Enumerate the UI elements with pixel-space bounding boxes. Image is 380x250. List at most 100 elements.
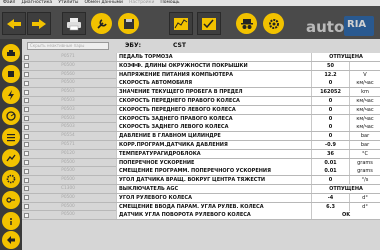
sidebar-button-7[interactable] xyxy=(2,170,20,188)
table-row[interactable]: P0500 ДАТЧИК УГЛА ПОВОРОТА РУЛЕВОГО КОЛЕС… xyxy=(22,211,380,221)
param-value: 0.01 xyxy=(311,158,349,167)
info-icon xyxy=(10,218,12,225)
table-row[interactable]: P0503 СКОРОСТЬ ПЕРЕДНЕГО ЛЕВОГО КОЛЕСА 0 км… xyxy=(22,105,380,115)
row-checkbox[interactable] xyxy=(24,186,29,192)
param-unit: grams xyxy=(349,158,380,167)
graph-button[interactable] xyxy=(169,12,193,35)
table-row[interactable]: P0500 СМЕЩЕНИЕ ПРОГРАММ. ПОПЕРЕЧНОГО УСКО… xyxy=(22,167,380,177)
param-name: СМЕЩЕНИЕ ПРОГРАММ. ПОПЕРЕЧНОГО УСКОРЕНИЯ xyxy=(116,167,311,176)
sidebar-button-1[interactable] xyxy=(2,44,20,62)
tools-button[interactable] xyxy=(91,13,112,34)
back-button[interactable] xyxy=(2,12,26,35)
row-checkbox[interactable] xyxy=(24,160,29,166)
row-checkbox[interactable] xyxy=(24,133,29,139)
hide-inactive-filter[interactable]: Скрыть неактивные пары xyxy=(27,42,109,50)
table-row[interactable]: P0500 УГОЛ РУЛЕВОГО КОЛЕСА -4 d° xyxy=(22,193,380,203)
param-unit: °C xyxy=(349,149,380,158)
table-row[interactable]: C1300 ВЫКЛЮЧАТЕЛЬ AGC ОТПУЩЕНА xyxy=(22,184,380,194)
param-code: P0500 xyxy=(61,203,75,209)
param-code: P0500 xyxy=(61,177,75,183)
table-row[interactable]: P0500 КОЭФФ. ДЛИНЫ ОКРУЖНОСТИ ПОКРЫШКИ 50 xyxy=(22,61,380,71)
param-value: ОТПУЩЕНА xyxy=(311,184,380,193)
param-code: P0503 xyxy=(61,89,75,95)
forward-button[interactable] xyxy=(27,12,51,35)
sidebar-button-10[interactable] xyxy=(2,231,20,249)
table-row[interactable]: P0560 НАПРЯЖЕНИЕ ПИТАНИЯ КОМПЬЮТЕРА 12.2 V xyxy=(22,70,380,80)
table-row[interactable]: P0571 ПЕДАЛЬ ТОРМОЗА ОТПУЩЕНА xyxy=(22,53,380,62)
table-row[interactable]: P0503 СКОРОСТЬ ЗАДНЕГО ЛЕВОГО КОЛЕСА 0 км/ч… xyxy=(22,123,380,133)
param-value: -4 xyxy=(311,193,349,202)
row-checkbox[interactable] xyxy=(24,204,29,210)
table-row[interactable]: P0500 СКОРОСТЬ АВТОМОБИЛЯ 0 км/час xyxy=(22,79,380,89)
row-checkbox[interactable] xyxy=(24,72,29,78)
table-row[interactable]: P0503 СКОРОСТЬ ЗАДНЕГО ПРАВОГО КОЛЕСА 0 км/… xyxy=(22,114,380,124)
param-value: 6.3 xyxy=(311,202,349,211)
param-value: 0 xyxy=(311,105,349,114)
param-unit: bar xyxy=(349,132,380,141)
gauge-icon xyxy=(6,111,16,121)
sidebar-button-6[interactable] xyxy=(2,149,20,167)
table-row[interactable]: P0503 СКОРОСТЬ ПЕРЕДНЕГО ПРАВОГО КОЛЕСА 0 к… xyxy=(22,96,380,106)
param-unit: км/час xyxy=(349,105,380,114)
sidebar-button-3[interactable] xyxy=(2,86,20,104)
table-row[interactable]: P0120 ТЕМПЕРАТУРАГИДРОБЛОКА 36 °C xyxy=(22,149,380,159)
param-value: -0.9 xyxy=(311,140,349,149)
settings-button[interactable] xyxy=(263,13,284,34)
param-code: P0560 xyxy=(61,71,75,77)
sidebar-button-9[interactable] xyxy=(2,212,20,230)
param-name: УГОЛ ДАТЧИКА ВРАЩ. ВОКРУГ ЦЕНТРА ТЯЖЕСТИ xyxy=(116,176,311,185)
row-checkbox[interactable] xyxy=(24,142,29,148)
row-checkbox[interactable] xyxy=(24,89,29,95)
lightning-icon xyxy=(8,90,14,100)
param-value: 0.01 xyxy=(311,167,349,176)
param-code: P0500 xyxy=(61,159,75,165)
sidebar-button-2[interactable] xyxy=(2,65,20,83)
param-value: 0 xyxy=(311,176,349,185)
row-checkbox[interactable] xyxy=(24,195,29,201)
table-row[interactable]: P0500 УГОЛ ДАТЧИКА ВРАЩ. ВОКРУГ ЦЕНТРА ТЯ… xyxy=(22,176,380,185)
engine-icon xyxy=(8,71,14,77)
sidebar-button-5[interactable] xyxy=(2,128,20,146)
watermark-logo: auto RIA xyxy=(306,16,374,38)
row-checkbox[interactable] xyxy=(24,151,29,157)
param-code: P0500 xyxy=(61,62,75,68)
param-name: ПОПЕРЕЧНОЕ УСКОРЕНИЕ xyxy=(116,158,311,167)
check-button[interactable] xyxy=(197,12,221,35)
check-chart-icon xyxy=(202,17,216,30)
sidebar-button-8[interactable] xyxy=(2,191,20,209)
row-checkbox[interactable] xyxy=(24,177,29,183)
row-checkbox[interactable] xyxy=(24,168,29,174)
param-name: УГОЛ РУЛЕВОГО КОЛЕСА xyxy=(116,193,311,202)
param-unit: km xyxy=(349,88,380,97)
table-row[interactable]: P0554 ДАВЛЕНИЕ В ГЛАВНОМ ЦИЛИНДРЕ 0 bar xyxy=(22,132,380,141)
row-checkbox[interactable] xyxy=(24,124,29,130)
param-name: СКОРОСТЬ ПЕРЕДНЕГО ПРАВОГО КОЛЕСА xyxy=(116,96,311,105)
param-name: ДАВЛЕНИЕ В ГЛАВНОМ ЦИЛИНДРЕ xyxy=(116,132,311,141)
table-row[interactable]: P0503 ЗНАЧЕНИЕ ТЕКУЩЕГО ПРОБЕГА В ПРЕДЕЛ 1… xyxy=(22,88,380,97)
spy-button[interactable] xyxy=(236,13,257,34)
table-row[interactable]: P0571 КОРР.ПРОГРАМ.ДАТЧИКА ДАВЛЕНИЯ -0.9 ba… xyxy=(22,140,380,150)
param-name: СКОРОСТЬ ЗАДНЕГО ПРАВОГО КОЛЕСА xyxy=(116,114,311,123)
param-code: P0500 xyxy=(61,194,75,200)
row-checkbox[interactable] xyxy=(24,63,29,69)
gear-icon xyxy=(6,174,16,184)
row-checkbox[interactable] xyxy=(24,116,29,122)
watermark-auto-text: auto xyxy=(306,18,345,36)
table-row[interactable]: P0500 СМЕЩЕНИЕ ВВОДА ПАРАМ. УГЛА РУЛЕВ. К… xyxy=(22,202,380,212)
param-unit: км/час xyxy=(349,123,380,132)
print-button[interactable] xyxy=(62,12,86,35)
row-checkbox[interactable] xyxy=(24,107,29,113)
ecu-label: ЭБУ: xyxy=(125,42,142,49)
table-row[interactable]: P0500 ПОПЕРЕЧНОЕ УСКОРЕНИЕ 0.01 grams xyxy=(22,158,380,168)
row-checkbox[interactable] xyxy=(24,98,29,104)
row-checkbox[interactable] xyxy=(24,212,29,218)
toolbar: auto RIA xyxy=(0,6,380,39)
list-icon xyxy=(7,134,15,142)
save-button[interactable] xyxy=(118,13,139,34)
row-checkbox[interactable] xyxy=(24,54,29,60)
row-checkbox[interactable] xyxy=(24,80,29,86)
sidebar-button-4[interactable] xyxy=(2,107,20,125)
param-name: НАПРЯЖЕНИЕ ПИТАНИЯ КОМПЬЮТЕРА xyxy=(116,70,311,79)
param-code: P0503 xyxy=(61,115,75,121)
param-code: P0500 xyxy=(61,80,75,86)
